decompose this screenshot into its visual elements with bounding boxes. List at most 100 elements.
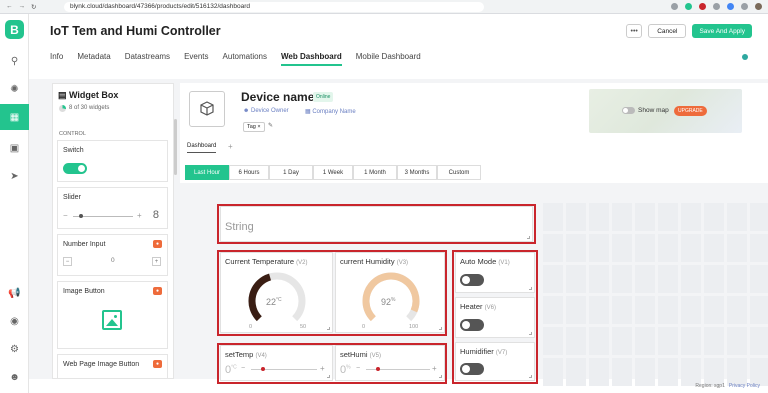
extension-icon[interactable] (741, 3, 748, 10)
grid-cell (750, 327, 768, 355)
grid-cell (612, 358, 632, 386)
widget-box-scrollbar[interactable] (174, 119, 177, 175)
send-icon[interactable]: ➤ (0, 167, 29, 185)
widget-card-label: Switch (63, 147, 84, 154)
tab-metadata[interactable]: Metadata (77, 52, 110, 66)
extension-icon[interactable] (671, 3, 678, 10)
widget-count: 8 of 30 widgets (69, 105, 110, 111)
usage-pie-icon (59, 105, 66, 112)
building-icon[interactable]: ▣ (0, 139, 29, 157)
widget-box: ▤ Widget Box 8 of 30 widgets CONTROL Swi… (52, 83, 174, 379)
tab-web-dashboard[interactable]: Web Dashboard (281, 52, 342, 66)
user-icon[interactable]: ☻ (0, 368, 29, 386)
grid-cell (543, 265, 563, 293)
main-content: IoT Tem and Humi Controller ••• Cancel S… (29, 14, 768, 393)
grid-cell (658, 234, 678, 262)
settings-icon[interactable]: ⚙ (0, 340, 29, 358)
widget-card-label: Slider (63, 194, 81, 201)
range-1-week[interactable]: 1 Week (313, 165, 353, 180)
company-name-link[interactable]: ▦ Company Name (305, 108, 356, 115)
search-icon[interactable]: ⚲ (0, 52, 29, 70)
plus-icon: + (152, 257, 161, 266)
grid-cell (543, 327, 563, 355)
extension-icon[interactable] (699, 3, 706, 10)
grid-cell (681, 203, 701, 231)
range-6-hours[interactable]: 6 Hours (229, 165, 269, 180)
profile-avatar[interactable] (755, 3, 762, 10)
region-text: Region: sgp1 (695, 383, 725, 389)
widget-card-number-input[interactable]: Number Input ● − 0 + (57, 234, 168, 276)
address-bar[interactable]: blynk.cloud/dashboard/47366/products/edi… (64, 1, 484, 12)
grid-cell (750, 234, 768, 262)
grid-cell (658, 265, 678, 293)
lifebuoy-icon[interactable]: ◉ (0, 312, 29, 330)
back-icon[interactable]: ← (6, 3, 13, 11)
grid-cell (704, 296, 724, 324)
range-1-month[interactable]: 1 Month (353, 165, 397, 180)
range-1-day[interactable]: 1 Day (269, 165, 313, 180)
plus-icon: + (137, 211, 142, 220)
upgrade-badge[interactable]: UPGRADE (674, 106, 707, 116)
grid-cell (727, 296, 747, 324)
widget-card-image-button[interactable]: Image Button ● (57, 281, 168, 349)
widget-card-slider[interactable]: Slider − + 8 (57, 187, 168, 229)
tab-mobile-dashboard[interactable]: Mobile Dashboard (356, 52, 421, 66)
device-owner-link[interactable]: ☻ Device Owner (243, 108, 289, 114)
tab-events[interactable]: Events (184, 52, 208, 66)
tab-automations[interactable]: Automations (223, 52, 267, 66)
show-map-toggle[interactable]: Show map (622, 107, 669, 114)
grid-cell (612, 203, 632, 231)
grid-cell (543, 234, 563, 262)
widget-card-switch[interactable]: Switch (57, 140, 168, 182)
grid-cell (589, 265, 609, 293)
forward-icon[interactable]: → (19, 3, 26, 11)
grid-cell (589, 327, 609, 355)
widget-card-label: Image Button (63, 288, 105, 295)
cancel-button[interactable]: Cancel (648, 24, 687, 38)
reload-icon[interactable]: ↻ (31, 3, 36, 11)
bug-icon[interactable]: ✺ (0, 80, 29, 98)
number-value: 0 (111, 257, 115, 264)
grid-cell (566, 358, 586, 386)
help-icon[interactable] (742, 54, 748, 60)
grid-cell (566, 203, 586, 231)
tab-info[interactable]: Info (50, 52, 63, 66)
extension-icon[interactable] (685, 3, 692, 10)
grid-cell (589, 203, 609, 231)
status-badge: Online (313, 92, 334, 102)
privacy-policy-link[interactable]: Privacy Policy (729, 383, 760, 389)
tag-chip[interactable]: Tag × (243, 122, 265, 132)
app-sidebar: B ⚲ ✺ ▦ ▣ ➤ 📢 ◉ ⚙ ☻ (0, 14, 29, 393)
megaphone-icon[interactable]: 📢 (0, 284, 29, 302)
grid-cell (681, 234, 701, 262)
pro-badge-icon: ● (153, 360, 162, 368)
cube-icon (189, 91, 225, 127)
add-tab-icon[interactable]: + (228, 142, 233, 151)
range-3-months[interactable]: 3 Months (397, 165, 437, 180)
grid-cell (727, 327, 747, 355)
grid-cell (681, 265, 701, 293)
extension-icon[interactable] (727, 3, 734, 10)
blynk-logo[interactable]: B (5, 20, 24, 39)
grid-cell (566, 234, 586, 262)
header-actions: ••• Cancel Save And Apply (626, 24, 752, 38)
grid-cell (612, 265, 632, 293)
widget-card-web-page-image-button[interactable]: Web Page Image Button ● (57, 354, 168, 378)
grid-icon[interactable]: ▦ (0, 104, 29, 130)
save-apply-button[interactable]: Save And Apply (692, 24, 752, 38)
range-last-hour[interactable]: Last Hour (185, 165, 229, 180)
minus-icon: − (63, 257, 72, 266)
grid-cell (612, 296, 632, 324)
widget-card-label: Number Input (63, 241, 106, 248)
tag-edit-icon[interactable]: ✎ (268, 122, 273, 129)
footer: Region: sgp1 Privacy Policy (695, 383, 760, 389)
tab-datastreams[interactable]: Datastreams (125, 52, 170, 66)
tab-dashboard[interactable]: Dashboard (187, 143, 217, 153)
range-custom[interactable]: Custom (437, 165, 481, 180)
extension-icon[interactable] (713, 3, 720, 10)
time-range-selector: Last Hour 6 Hours 1 Day 1 Week 1 Month 3… (185, 165, 481, 180)
more-button[interactable]: ••• (626, 24, 643, 38)
grid-cell (635, 327, 655, 355)
pro-badge-icon: ● (153, 287, 162, 295)
grid-cell (635, 265, 655, 293)
